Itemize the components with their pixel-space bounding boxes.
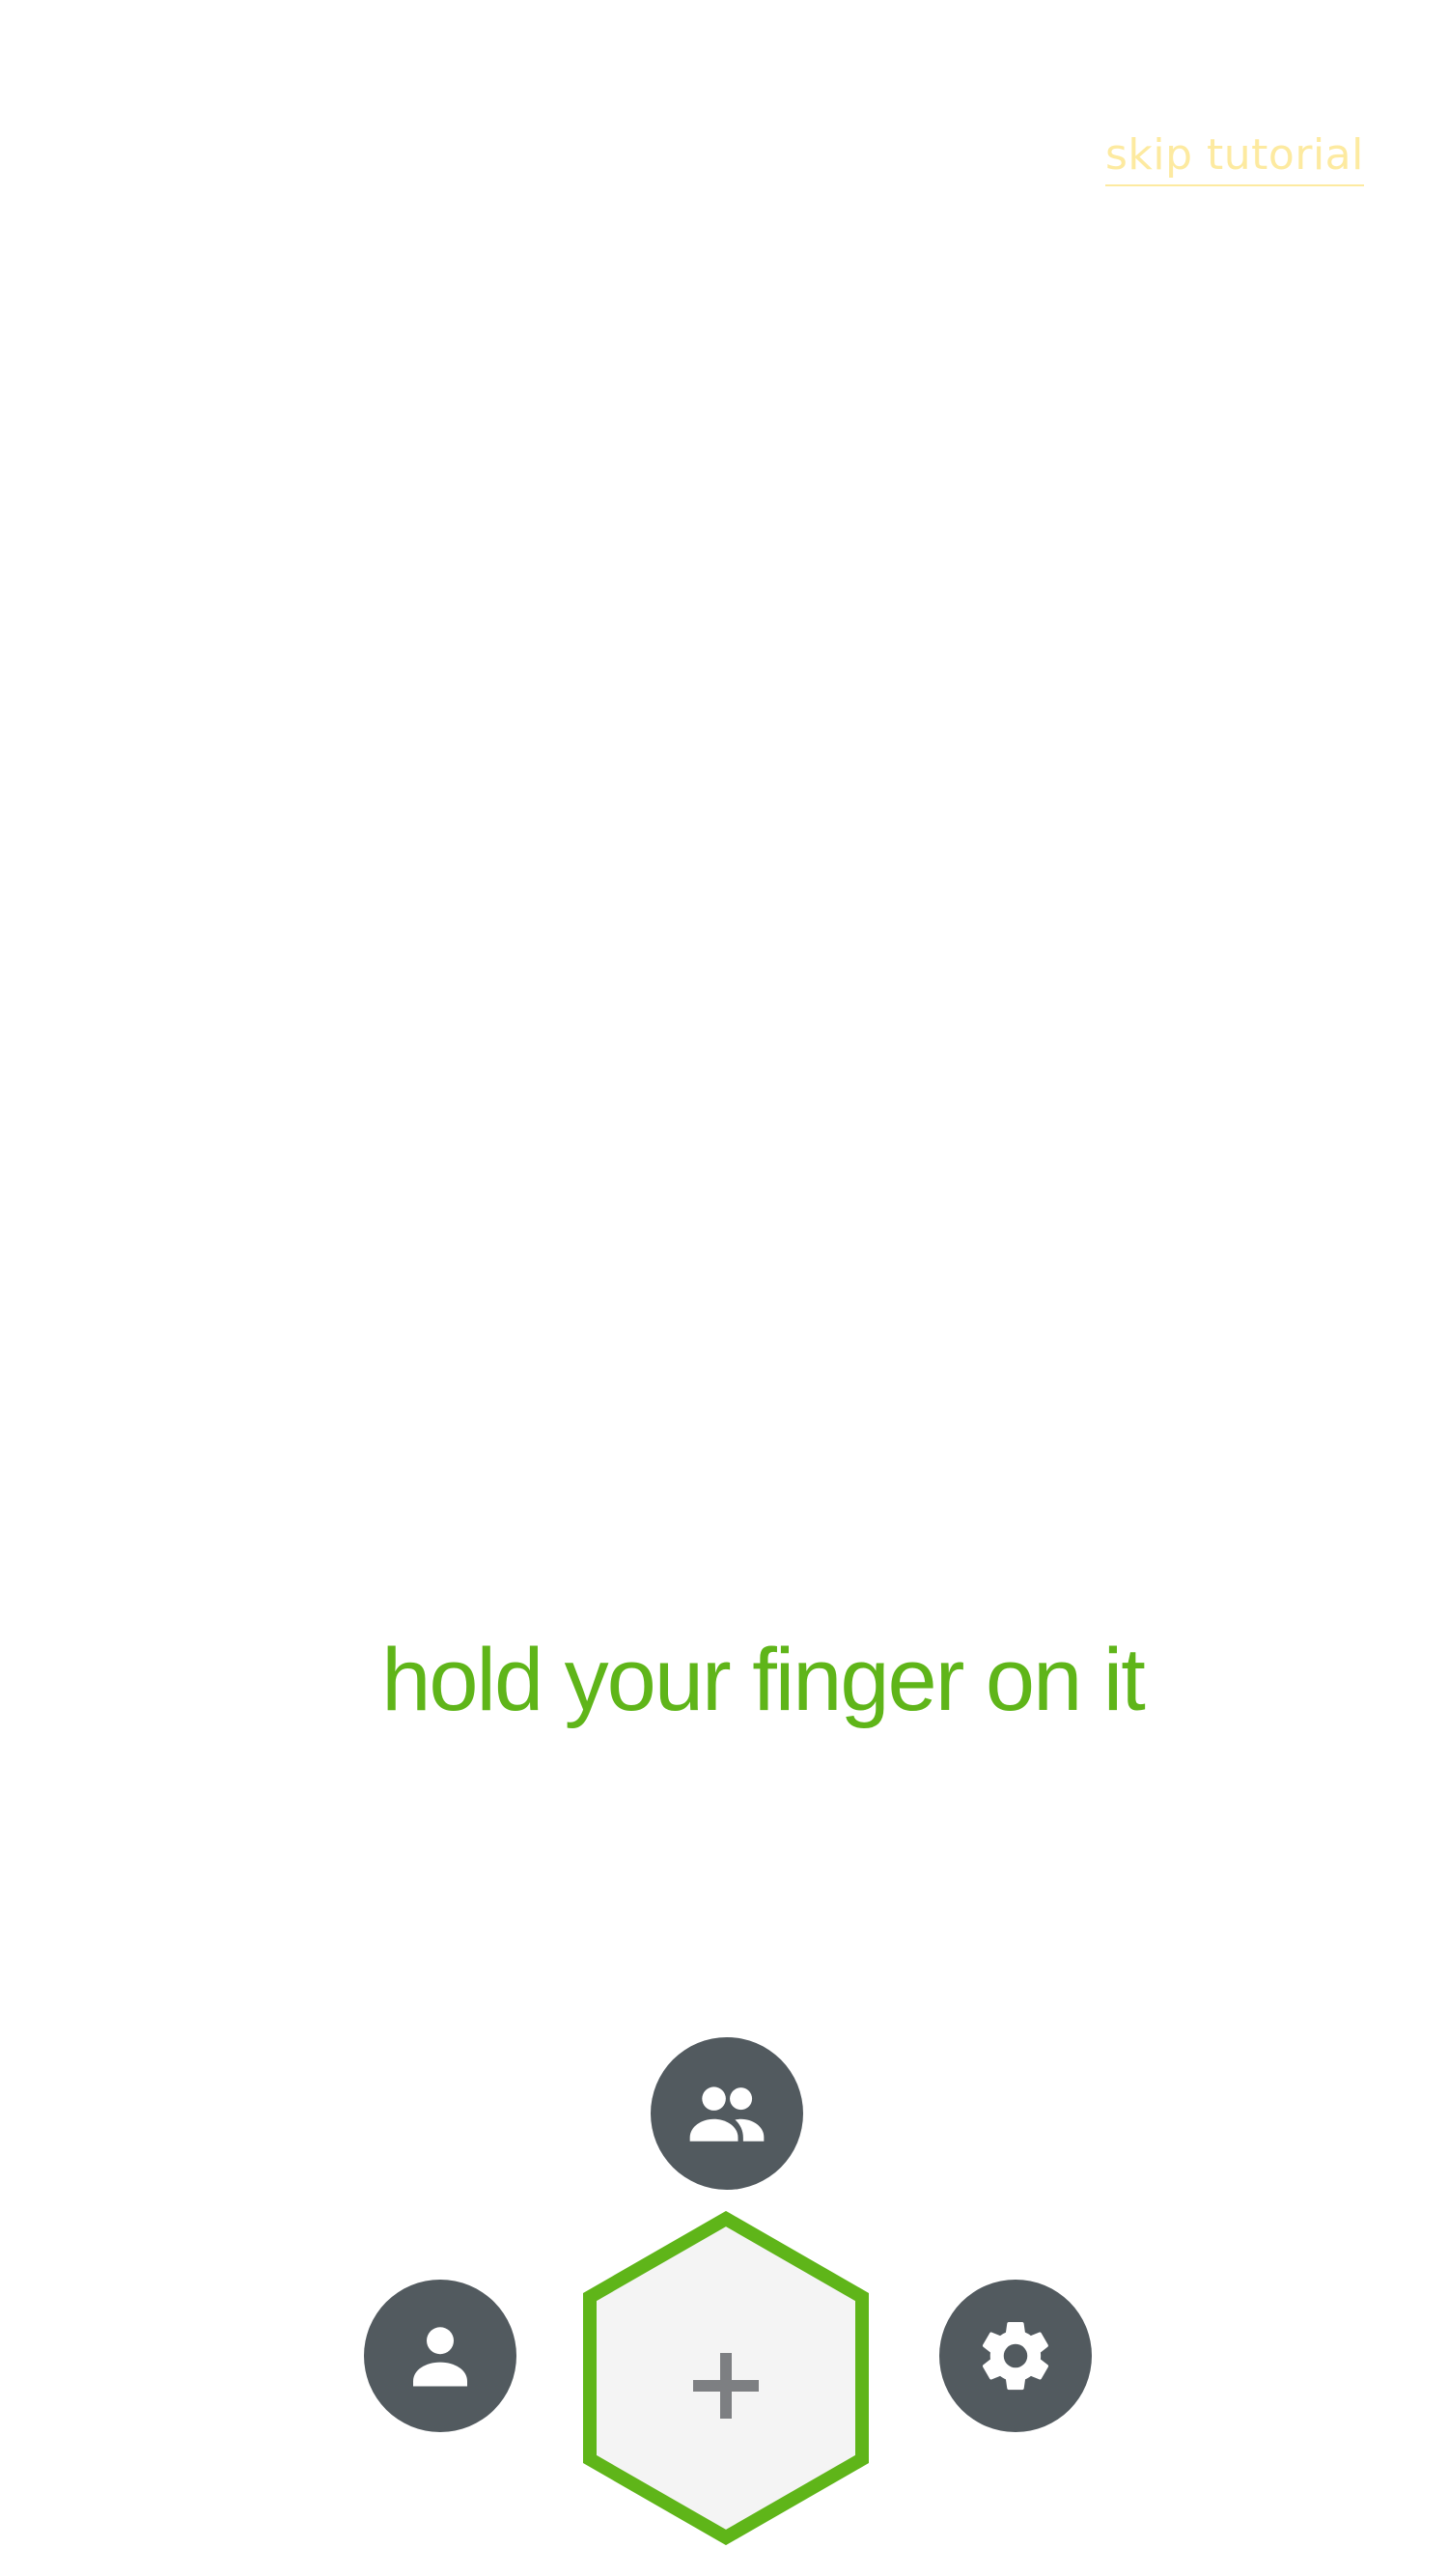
skip-tutorial-link[interactable]: skip tutorial	[1105, 128, 1364, 186]
tutorial-instruction-text: hold your finger on it	[381, 1631, 1146, 1729]
groups-icon	[682, 2069, 771, 2158]
tutorial-screen: skip tutorial hold your finger on it	[0, 0, 1448, 2576]
person-icon	[400, 2315, 481, 2396]
settings-button[interactable]	[939, 2280, 1092, 2432]
gear-icon	[975, 2315, 1056, 2396]
add-hexagon-button[interactable]	[581, 2211, 871, 2545]
profile-button[interactable]	[364, 2280, 516, 2432]
groups-button[interactable]	[651, 2037, 803, 2190]
